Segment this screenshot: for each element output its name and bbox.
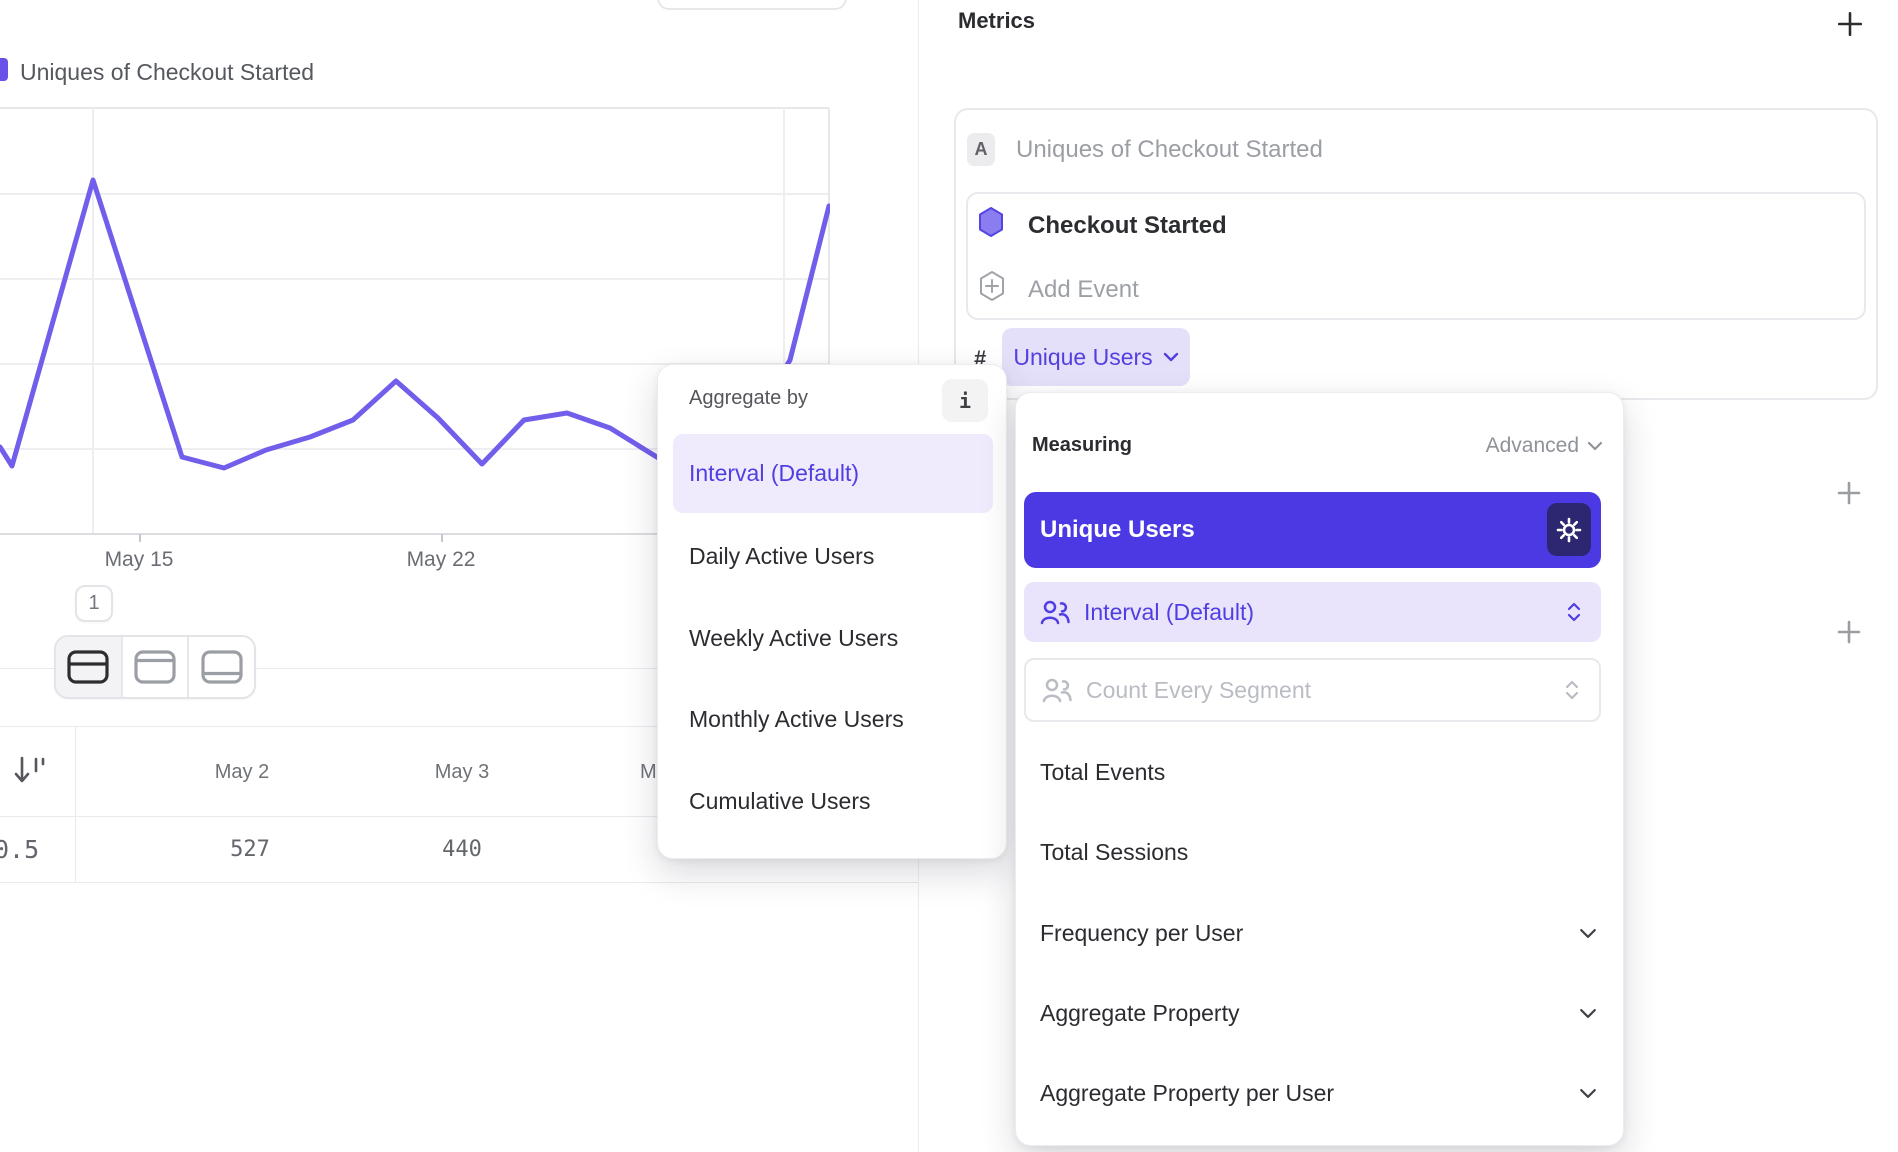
measure-chip-label: Unique Users	[1013, 344, 1152, 371]
advanced-toggle[interactable]: Advanced	[1486, 434, 1603, 458]
toolbar-button-cropped[interactable]	[657, 0, 847, 10]
advanced-label: Advanced	[1486, 434, 1579, 458]
users-icon-disabled	[1042, 677, 1072, 703]
add-filter-icon[interactable]	[1836, 480, 1862, 506]
users-icon	[1040, 599, 1070, 625]
measuring-title: Measuring	[1032, 434, 1132, 457]
x-axis-label: May 22	[371, 548, 511, 572]
legend-series-label: Uniques of Checkout Started	[20, 59, 314, 86]
measure-option-label: Unique Users	[1040, 516, 1195, 544]
chevron-down-icon[interactable]	[1579, 928, 1597, 939]
event-row[interactable]: Checkout Started	[1028, 212, 1227, 240]
aggregate-by-title: Aggregate by	[689, 387, 808, 410]
layout-toggle-header-row[interactable]	[123, 637, 190, 697]
group-by-interval-row[interactable]: Interval (Default)	[1024, 582, 1601, 642]
add-event-label[interactable]: Add Event	[1028, 276, 1139, 304]
measure-option-total-events[interactable]: Total Events	[1040, 755, 1165, 789]
split-horizontal-icon	[66, 649, 110, 685]
measure-option-aggregate-property[interactable]: Aggregate Property	[1040, 996, 1239, 1030]
bottom-panel-icon	[200, 649, 244, 685]
gear-icon	[1556, 517, 1582, 543]
metric-letter-badge: A	[967, 133, 995, 166]
up-down-chevrons-icon	[1567, 602, 1581, 622]
chevron-down-icon	[1163, 352, 1179, 362]
measure-chip[interactable]: Unique Users	[1002, 328, 1190, 386]
measure-option-unique-users[interactable]: Unique Users	[1024, 492, 1601, 568]
table-cell: 527	[160, 830, 340, 870]
table-header-cell[interactable]: May 3	[372, 752, 552, 792]
add-event-icon[interactable]	[978, 270, 1006, 302]
layout-toggle-bottom-panel[interactable]	[189, 637, 254, 697]
insights-app: Uniques of Checkout Started May 15 May 2…	[0, 0, 1898, 1152]
x-axis-label: May 15	[69, 548, 209, 572]
menu-item-daily-active-users[interactable]: Daily Active Users	[689, 540, 874, 572]
count-every-segment-row[interactable]: Count Every Segment	[1024, 658, 1601, 722]
count-every-segment-label: Count Every Segment	[1086, 677, 1311, 704]
measure-option-aggregate-property-per-user[interactable]: Aggregate Property per User	[1040, 1076, 1334, 1110]
measure-option-frequency-per-user[interactable]: Frequency per User	[1040, 916, 1243, 950]
up-down-chevrons-icon	[1565, 680, 1579, 700]
metrics-panel-title: Metrics	[958, 8, 1035, 34]
top-panel-icon	[133, 649, 177, 685]
add-metric-icon[interactable]	[1836, 10, 1864, 38]
measure-option-total-sessions[interactable]: Total Sessions	[1040, 835, 1188, 869]
menu-item-cumulative-users[interactable]: Cumulative Users	[689, 785, 871, 817]
layout-toggle-group	[54, 635, 256, 699]
menu-item-monthly-active-users[interactable]: Monthly Active Users	[689, 703, 904, 735]
menu-item-label: Interval (Default)	[689, 460, 859, 487]
table-header-cell[interactable]: May 2	[152, 752, 332, 792]
legend-series-swatch	[0, 58, 8, 81]
chevron-down-icon[interactable]	[1579, 1008, 1597, 1019]
table-row-border	[0, 882, 918, 883]
menu-item-interval-default[interactable]: Interval (Default)	[673, 434, 993, 513]
table-cell: 440	[372, 830, 552, 870]
x-axis-tick	[441, 534, 443, 542]
metric-card-title[interactable]: Uniques of Checkout Started	[1016, 136, 1323, 164]
measure-settings-button[interactable]	[1547, 503, 1591, 556]
sort-icon[interactable]	[12, 753, 48, 787]
event-hexagon-icon	[977, 206, 1005, 238]
add-breakdown-icon[interactable]	[1836, 619, 1862, 645]
chevron-down-icon	[1587, 441, 1603, 451]
aggregate-by-popover: Aggregate by i Interval (Default) Daily …	[657, 364, 1007, 859]
measuring-popover: Measuring Advanced Unique Users	[1015, 392, 1624, 1146]
chevron-down-icon[interactable]	[1579, 1088, 1597, 1099]
layout-toggle-split-horizontal[interactable]	[56, 637, 123, 697]
pagination-badge[interactable]: 1	[75, 585, 113, 622]
group-by-interval-label: Interval (Default)	[1084, 599, 1254, 626]
table-column-divider	[75, 726, 76, 882]
table-cell-summary-partial: 0.5	[0, 830, 64, 870]
x-axis-tick	[139, 534, 141, 542]
menu-item-weekly-active-users[interactable]: Weekly Active Users	[689, 622, 898, 654]
info-button[interactable]: i	[942, 379, 988, 422]
